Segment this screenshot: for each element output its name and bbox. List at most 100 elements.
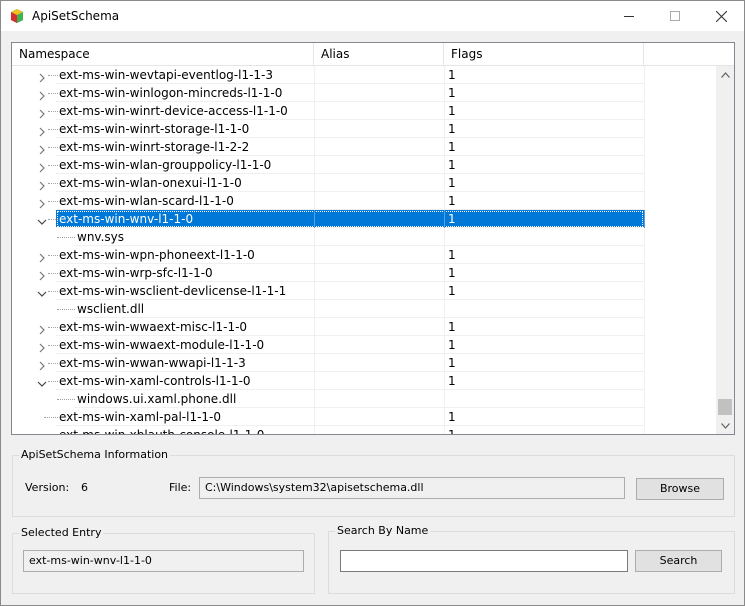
column-header-flags[interactable]: Flags xyxy=(444,43,644,65)
close-button[interactable] xyxy=(698,1,744,31)
flags-value: 1 xyxy=(448,194,456,208)
window-title: ApiSetSchema xyxy=(32,9,120,23)
namespace-label: ext-ms-win-wwaext-module-l1-1-0 xyxy=(59,338,265,352)
chevron-down-icon[interactable] xyxy=(37,214,47,225)
version-label: Version: xyxy=(25,481,70,494)
namespace-label: ext-ms-win-wlan-scard-l1-1-0 xyxy=(59,194,234,208)
flags-value: 1 xyxy=(448,104,456,118)
chevron-down-icon[interactable] xyxy=(37,376,47,387)
tree-row-namespace[interactable]: ext-ms-win-winrt-storage-l1-1-0 1 xyxy=(12,120,716,138)
minimize-icon xyxy=(624,16,634,17)
chevron-right-icon[interactable] xyxy=(37,250,47,263)
maximize-icon xyxy=(670,11,680,21)
namespace-label: windows.ui.xaml.phone.dll xyxy=(77,392,237,406)
tree-row-namespace[interactable]: ext-ms-win-wwan-wwapi-l1-1-3 1 xyxy=(12,354,716,372)
chevron-right-icon[interactable] xyxy=(37,160,47,173)
search-by-name-group: Search By Name Search xyxy=(328,524,735,594)
flags-value: 1 xyxy=(448,426,456,434)
namespace-label: ext-ms-win-wrp-sfc-l1-1-0 xyxy=(59,266,213,280)
search-button[interactable]: Search xyxy=(635,550,722,572)
chevron-right-icon[interactable] xyxy=(37,106,47,119)
tree-row-namespace[interactable]: ext-ms-win-winrt-storage-l1-2-2 1 xyxy=(12,138,716,156)
namespace-label: ext-ms-win-xaml-pal-l1-1-0 xyxy=(59,410,222,424)
chevron-right-icon[interactable] xyxy=(37,70,47,83)
tree-rows: ext-ms-win-wevtapi-eventlog-l1-1-3 1 ext-m… xyxy=(12,66,716,434)
version-value: 6 xyxy=(81,481,88,494)
tree-row-host[interactable]: wnv.sys xyxy=(12,228,716,246)
namespace-label: ext-ms-win-wevtapi-eventlog-l1-1-3 xyxy=(59,68,274,82)
scroll-down-button[interactable] xyxy=(716,417,734,434)
tree-row-namespace[interactable]: ext-ms-win-wevtapi-eventlog-l1-1-3 1 xyxy=(12,66,716,84)
namespace-label: ext-ms-win-xaml-controls-l1-1-0 xyxy=(59,374,251,388)
apisetschema-info-group: ApiSetSchema Information Version: 6 File… xyxy=(12,448,735,517)
maximize-button[interactable] xyxy=(652,1,698,31)
tree-row-host[interactable]: windows.ui.xaml.phone.dll xyxy=(12,390,716,408)
flags-value: 1 xyxy=(448,356,456,370)
chevron-right-icon[interactable] xyxy=(37,178,47,191)
vertical-scrollbar[interactable] xyxy=(716,66,734,434)
info-group-legend: ApiSetSchema Information xyxy=(19,448,171,461)
search-legend: Search By Name xyxy=(335,524,431,537)
minimize-button[interactable] xyxy=(606,1,652,31)
flags-value: 1 xyxy=(448,176,456,190)
chevron-down-icon[interactable] xyxy=(37,286,47,297)
title-bar[interactable]: ApiSetSchema xyxy=(1,1,744,31)
tree-row-host[interactable]: wsclient.dll xyxy=(12,300,716,318)
namespace-label: ext-ms-win-wwan-wwapi-l1-1-3 xyxy=(59,356,246,370)
tree-row-namespace[interactable]: ext-ms-win-wwaext-module-l1-1-0 1 xyxy=(12,336,716,354)
flags-value: 1 xyxy=(448,338,456,352)
chevron-right-icon[interactable] xyxy=(37,358,47,371)
chevron-right-icon[interactable] xyxy=(37,196,47,209)
selected-entry-group: Selected Entry ext-ms-win-wnv-l1-1-0 xyxy=(12,526,315,594)
tree-row-namespace[interactable]: ext-ms-win-wsclient-devlicense-l1-1-1 1 xyxy=(12,282,716,300)
file-label: File: xyxy=(169,481,192,494)
flags-value: 1 xyxy=(448,284,456,298)
chevron-right-icon[interactable] xyxy=(37,322,47,335)
tree-header: Namespace Alias Flags xyxy=(12,43,734,66)
namespace-label: ext-ms-win-wlan-grouppolicy-l1-1-0 xyxy=(59,158,272,172)
chevron-right-icon[interactable] xyxy=(37,268,47,281)
namespace-label: ext-ms-win-wpn-phoneext-l1-1-0 xyxy=(59,248,255,262)
file-path-field: C:\Windows\system32\apisetschema.dll xyxy=(199,477,625,499)
scroll-down-icon xyxy=(720,422,730,429)
tree-row-namespace[interactable]: ext-ms-win-xaml-controls-l1-1-0 1 xyxy=(12,372,716,390)
flags-value: 1 xyxy=(448,68,456,82)
chevron-right-icon[interactable] xyxy=(37,142,47,155)
tree-row-namespace[interactable]: ext-ms-win-wnv-l1-1-0 1 xyxy=(12,210,716,228)
tree-row-namespace[interactable]: ext-ms-win-winlogon-mincreds-l1-1-0 1 xyxy=(12,84,716,102)
flags-value: 1 xyxy=(448,86,456,100)
tree-row-namespace[interactable]: ext-ms-win-winrt-device-access-l1-1-0 1 xyxy=(12,102,716,120)
tree-row-namespace[interactable]: ext-ms-win-wlan-grouppolicy-l1-1-0 1 xyxy=(12,156,716,174)
namespace-label: ext-ms-win-winrt-device-access-l1-1-0 xyxy=(59,104,288,118)
close-icon xyxy=(715,10,727,22)
chevron-right-icon[interactable] xyxy=(37,124,47,137)
tree-row-namespace[interactable]: ext-ms-win-wlan-onexui-l1-1-0 1 xyxy=(12,174,716,192)
tree-row-namespace[interactable]: ext-ms-win-wlan-scard-l1-1-0 1 xyxy=(12,192,716,210)
tree-row-namespace[interactable]: ext-ms-win-wrp-sfc-l1-1-0 1 xyxy=(12,264,716,282)
namespace-label: ext-ms-win-winrt-storage-l1-2-2 xyxy=(59,140,250,154)
flags-value: 1 xyxy=(448,266,456,280)
scrollbar-thumb[interactable] xyxy=(718,399,732,415)
flags-value: 1 xyxy=(448,212,456,226)
browse-button[interactable]: Browse xyxy=(636,478,724,500)
namespace-label: ext-ms-win-xblauth-console-l1-1-0 xyxy=(59,426,264,434)
chevron-right-icon[interactable] xyxy=(37,88,47,101)
flags-value: 1 xyxy=(448,158,456,172)
selected-entry-legend: Selected Entry xyxy=(19,526,104,539)
column-header-alias[interactable]: Alias xyxy=(314,43,444,65)
tree-row-namespace[interactable]: ext-ms-win-wwaext-misc-l1-1-0 1 xyxy=(12,318,716,336)
scroll-up-button[interactable] xyxy=(716,66,734,83)
namespace-label: ext-ms-win-winrt-storage-l1-1-0 xyxy=(59,122,250,136)
tree-row-namespace[interactable]: ext-ms-win-xblauth-console-l1-1-0 1 xyxy=(12,426,716,434)
namespace-label: wnv.sys xyxy=(77,230,125,244)
apisetschema-app-icon xyxy=(11,9,23,23)
tree-row-namespace[interactable]: ext-ms-win-xaml-pal-l1-1-0 1 xyxy=(12,408,716,426)
column-header-namespace[interactable]: Namespace xyxy=(12,43,314,65)
namespace-label: ext-ms-win-wnv-l1-1-0 xyxy=(59,212,194,226)
tree-row-namespace[interactable]: ext-ms-win-wpn-phoneext-l1-1-0 1 xyxy=(12,246,716,264)
namespace-label: ext-ms-win-wwaext-misc-l1-1-0 xyxy=(59,320,248,334)
namespace-label: ext-ms-win-wlan-onexui-l1-1-0 xyxy=(59,176,242,190)
namespace-tree[interactable]: Namespace Alias Flags ext-ms-win-wevtapi… xyxy=(11,42,735,435)
chevron-right-icon[interactable] xyxy=(37,340,47,353)
search-input[interactable] xyxy=(340,550,628,572)
